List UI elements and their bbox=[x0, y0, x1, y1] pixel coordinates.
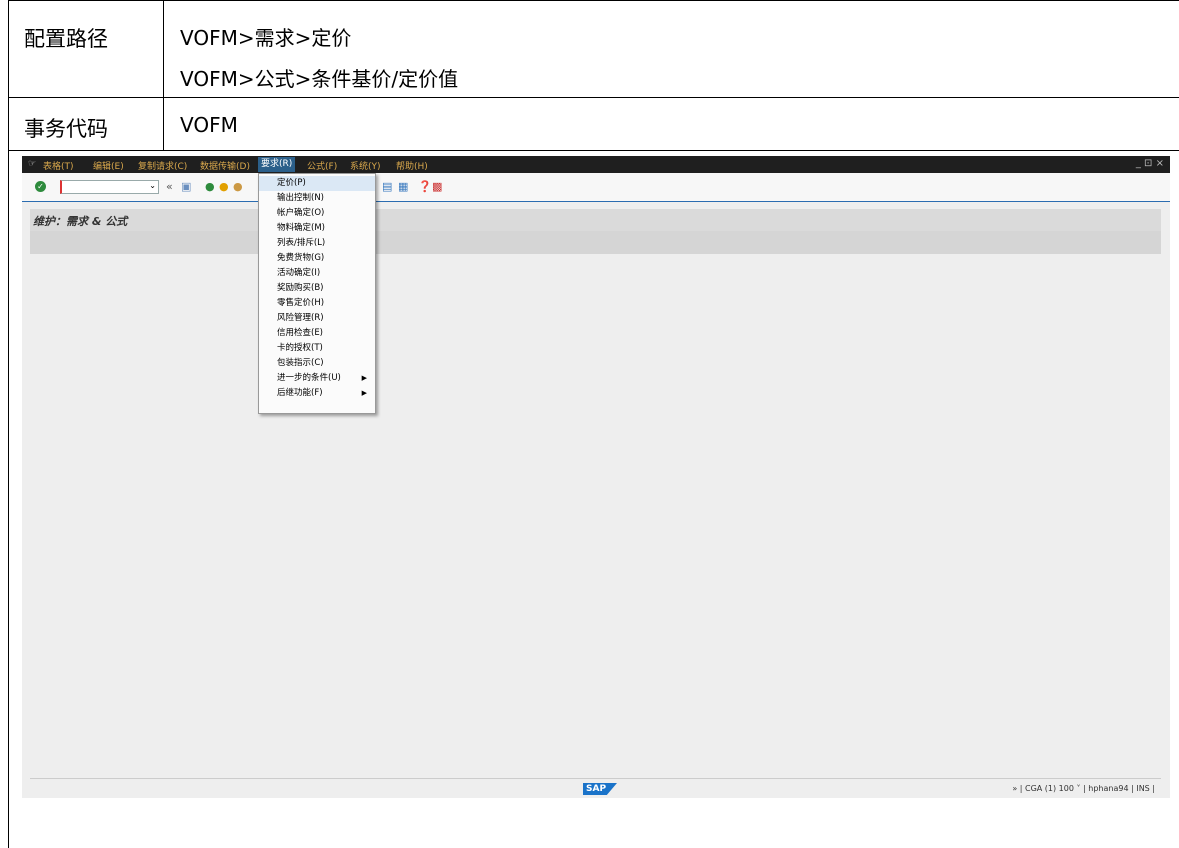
menu-bar: ☞ 表格(T) 编辑(E) 复制请求(C) 数据传输(D) 要求(R) 公式(F… bbox=[22, 156, 1170, 173]
menu-item-pricing[interactable]: 定价(P) bbox=[259, 176, 375, 191]
menu-item-risk-management[interactable]: 风险管理(R) bbox=[259, 311, 375, 326]
standard-toolbar: ✓ ⌄ « ▣ ● ● ● | ▤ ▦ ❓ ▩ bbox=[22, 173, 1170, 202]
menu-item-bonus-buy[interactable]: 奖励购买(B) bbox=[259, 281, 375, 296]
menu-help[interactable]: 帮助(H) bbox=[396, 159, 428, 172]
sap-logo: SAP bbox=[583, 783, 617, 795]
window-icon[interactable]: ▦ bbox=[398, 181, 408, 192]
screen-title-bar: 维护：需求 & 公式 bbox=[30, 209, 1161, 231]
menu-item-further-conditions[interactable]: 进一步的条件(U) ▶ bbox=[259, 371, 375, 386]
column-divider bbox=[163, 1, 164, 97]
tcode-row: 事务代码 VOFM bbox=[8, 97, 1179, 151]
menu-item-label: 免费货物(G) bbox=[277, 253, 325, 263]
help-icon[interactable]: ❓ bbox=[418, 181, 432, 192]
cancel-icon[interactable]: ● bbox=[233, 181, 243, 192]
screen-title: 维护：需求 & 公式 bbox=[33, 215, 128, 228]
tcode-value: VOFM bbox=[180, 113, 238, 137]
application-toolbar bbox=[30, 231, 1161, 254]
collapse-icon[interactable]: « bbox=[166, 181, 173, 192]
config-path-line-2: VOFM>公式>条件基价/定价值 bbox=[180, 67, 459, 91]
requirements-dropdown-menu: 定价(P) 输出控制(N) 帐户确定(O) 物料确定(M) 列表/排斥(L) 免… bbox=[258, 173, 376, 414]
config-path-row: 配置路径 VOFM>需求>定价 VOFM>公式>条件基价/定价值 bbox=[8, 0, 1179, 98]
column-divider bbox=[163, 98, 164, 150]
menu-edit[interactable]: 编辑(E) bbox=[93, 159, 124, 172]
menu-formulas[interactable]: 公式(F) bbox=[307, 159, 337, 172]
window-controls[interactable]: _ ⊡ × bbox=[1136, 158, 1164, 169]
menu-data-transfer[interactable]: 数据传输(D) bbox=[200, 159, 250, 172]
config-path-label: 配置路径 bbox=[24, 27, 108, 51]
menu-item-credit-check[interactable]: 信用检查(E) bbox=[259, 326, 375, 341]
menu-item-label: 列表/排斥(L) bbox=[277, 238, 326, 248]
menu-item-label: 奖励购买(B) bbox=[277, 283, 324, 293]
exit-icon[interactable]: ● bbox=[219, 181, 229, 192]
menu-item-label: 风险管理(R) bbox=[277, 313, 324, 323]
menu-item-packing-instruction[interactable]: 包装指示(C) bbox=[259, 356, 375, 371]
config-path-line-1: VOFM>需求>定价 bbox=[180, 26, 352, 50]
menu-item-subsequent-functions[interactable]: 后继功能(F) ▶ bbox=[259, 386, 375, 401]
menu-item-label: 零售定价(H) bbox=[277, 298, 325, 308]
sap-menu-icon[interactable]: ☞ bbox=[28, 159, 36, 169]
menu-item-label: 定价(P) bbox=[277, 178, 306, 188]
menu-item-label: 帐户确定(O) bbox=[277, 208, 325, 218]
chevron-down-icon[interactable]: ⌄ bbox=[149, 181, 156, 190]
menu-item-retail-pricing[interactable]: 零售定价(H) bbox=[259, 296, 375, 311]
tcode-label: 事务代码 bbox=[24, 117, 108, 141]
menu-item-label: 进一步的条件(U) bbox=[277, 373, 341, 383]
enter-icon[interactable]: ✓ bbox=[35, 181, 46, 192]
status-bar: SAP » | CGA (1) 100 ˅ | hphana94 | INS | bbox=[30, 778, 1161, 799]
menu-item-card-authorization[interactable]: 卡的授权(T) bbox=[259, 341, 375, 356]
menu-item-label: 物料确定(M) bbox=[277, 223, 325, 233]
menu-item-label: 信用检查(E) bbox=[277, 328, 324, 338]
menu-item-label: 包装指示(C) bbox=[277, 358, 324, 368]
menu-item-label: 输出控制(N) bbox=[277, 193, 324, 203]
command-field[interactable]: ⌄ bbox=[60, 180, 159, 194]
menu-item-label: 活动确定(I) bbox=[277, 268, 321, 278]
back-icon[interactable]: ● bbox=[205, 181, 215, 192]
menu-item-free-goods[interactable]: 免费货物(G) bbox=[259, 251, 375, 266]
menu-item-listing-exclusion[interactable]: 列表/排斥(L) bbox=[259, 236, 375, 251]
menu-requirements[interactable]: 要求(R) bbox=[258, 157, 296, 172]
submenu-arrow-icon: ▶ bbox=[361, 389, 367, 397]
menu-table[interactable]: 表格(T) bbox=[43, 159, 74, 172]
system-info[interactable]: » | CGA (1) 100 ˅ | hphana94 | INS | bbox=[1012, 784, 1155, 793]
save-icon[interactable]: ▣ bbox=[181, 181, 191, 192]
menu-item-output-control[interactable]: 输出控制(N) bbox=[259, 191, 375, 206]
submenu-arrow-icon: ▶ bbox=[361, 374, 367, 382]
menu-copy-request[interactable]: 复制请求(C) bbox=[138, 159, 187, 172]
menu-item-account-determination[interactable]: 帐户确定(O) bbox=[259, 206, 375, 221]
menu-system[interactable]: 系统(Y) bbox=[350, 159, 381, 172]
menu-item-activity-determination[interactable]: 活动确定(I) bbox=[259, 266, 375, 281]
layout-icon[interactable]: ▤ bbox=[382, 181, 392, 192]
menu-item-material-determination[interactable]: 物料确定(M) bbox=[259, 221, 375, 236]
menu-item-label: 卡的授权(T) bbox=[277, 343, 323, 353]
menu-item-label: 后继功能(F) bbox=[277, 388, 323, 398]
sap-window: ☞ 表格(T) 编辑(E) 复制请求(C) 数据传输(D) 要求(R) 公式(F… bbox=[22, 156, 1170, 798]
customize-icon[interactable]: ▩ bbox=[432, 181, 442, 192]
